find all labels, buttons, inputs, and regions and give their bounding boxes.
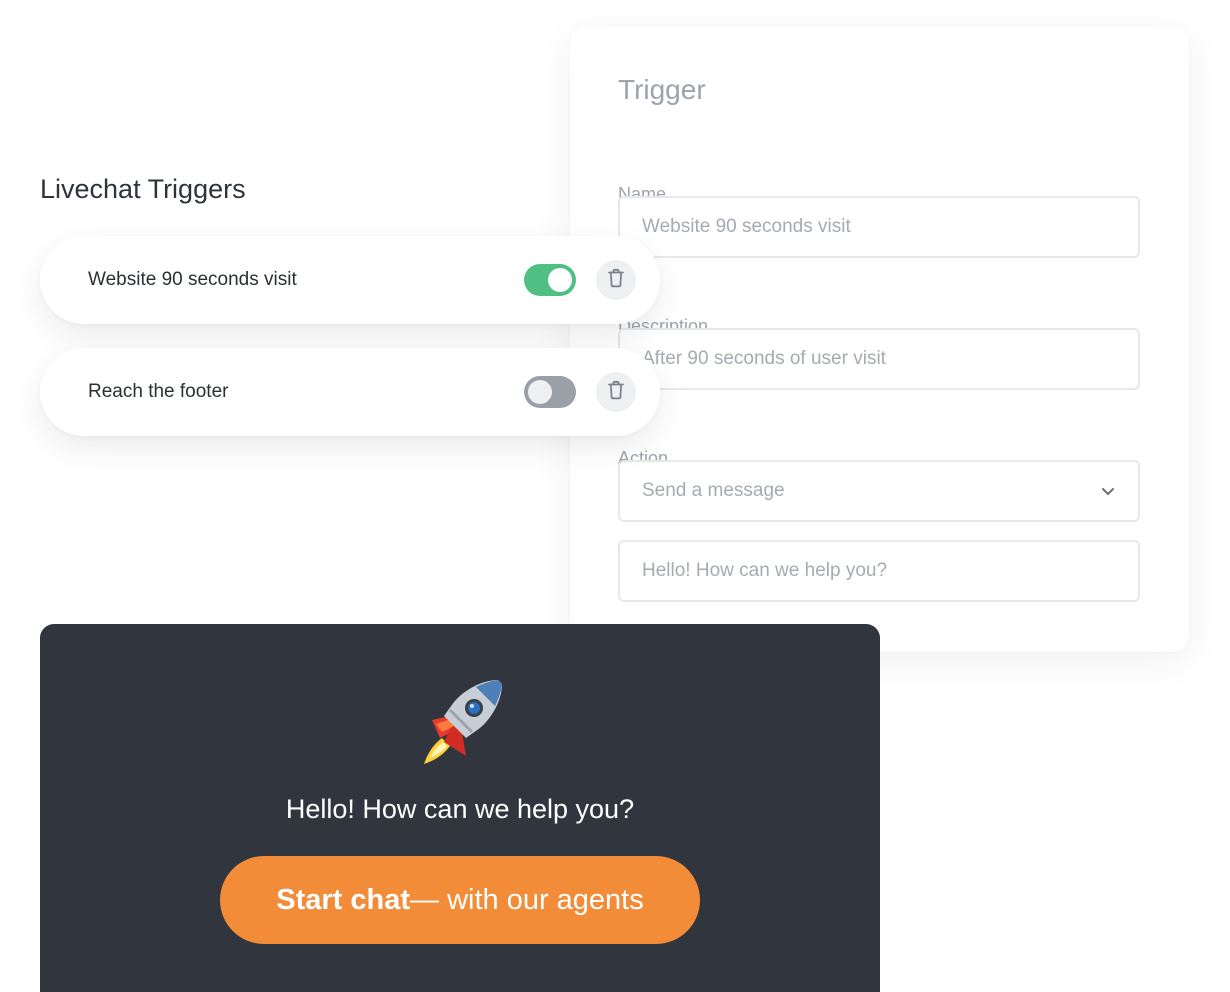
trigger-label: Website 90 seconds visit bbox=[88, 269, 297, 290]
rocket-icon bbox=[410, 672, 510, 772]
action-select[interactable]: Send a message bbox=[618, 460, 1140, 522]
trigger-enabled-toggle[interactable] bbox=[524, 376, 576, 408]
start-chat-button[interactable]: Start chat — with our agents bbox=[220, 856, 700, 944]
start-chat-sublabel: — with our agents bbox=[410, 883, 644, 916]
delete-trigger-button[interactable] bbox=[596, 372, 636, 412]
chat-widget: Hello! How can we help you? Start chat —… bbox=[40, 624, 880, 992]
trigger-row[interactable]: Website 90 seconds visit bbox=[40, 236, 660, 324]
form-title: Trigger bbox=[618, 74, 706, 105]
livechat-triggers-title: Livechat Triggers bbox=[40, 174, 246, 204]
description-field[interactable]: After 90 seconds of user visit bbox=[618, 328, 1140, 390]
name-field[interactable]: Website 90 seconds visit bbox=[618, 196, 1140, 258]
action-select-value: Send a message bbox=[642, 480, 785, 501]
trigger-row[interactable]: Reach the footer bbox=[40, 348, 660, 436]
start-chat-label: Start chat bbox=[276, 883, 411, 916]
chevron-down-icon bbox=[1100, 483, 1116, 499]
message-field[interactable]: Hello! How can we help you? bbox=[618, 540, 1140, 602]
trash-icon bbox=[607, 268, 625, 293]
name-field-value: Website 90 seconds visit bbox=[642, 216, 851, 237]
description-field-value: After 90 seconds of user visit bbox=[642, 348, 886, 369]
trigger-enabled-toggle[interactable] bbox=[524, 264, 576, 296]
message-field-value: Hello! How can we help you? bbox=[642, 560, 888, 581]
trash-icon bbox=[607, 380, 625, 405]
trigger-label: Reach the footer bbox=[88, 381, 229, 402]
delete-trigger-button[interactable] bbox=[596, 260, 636, 300]
toggle-knob bbox=[548, 268, 572, 292]
trigger-form-card: Trigger Name Website 90 seconds visit De… bbox=[570, 26, 1189, 652]
toggle-knob bbox=[528, 380, 552, 404]
chat-greeting: Hello! How can we help you? bbox=[285, 794, 635, 824]
